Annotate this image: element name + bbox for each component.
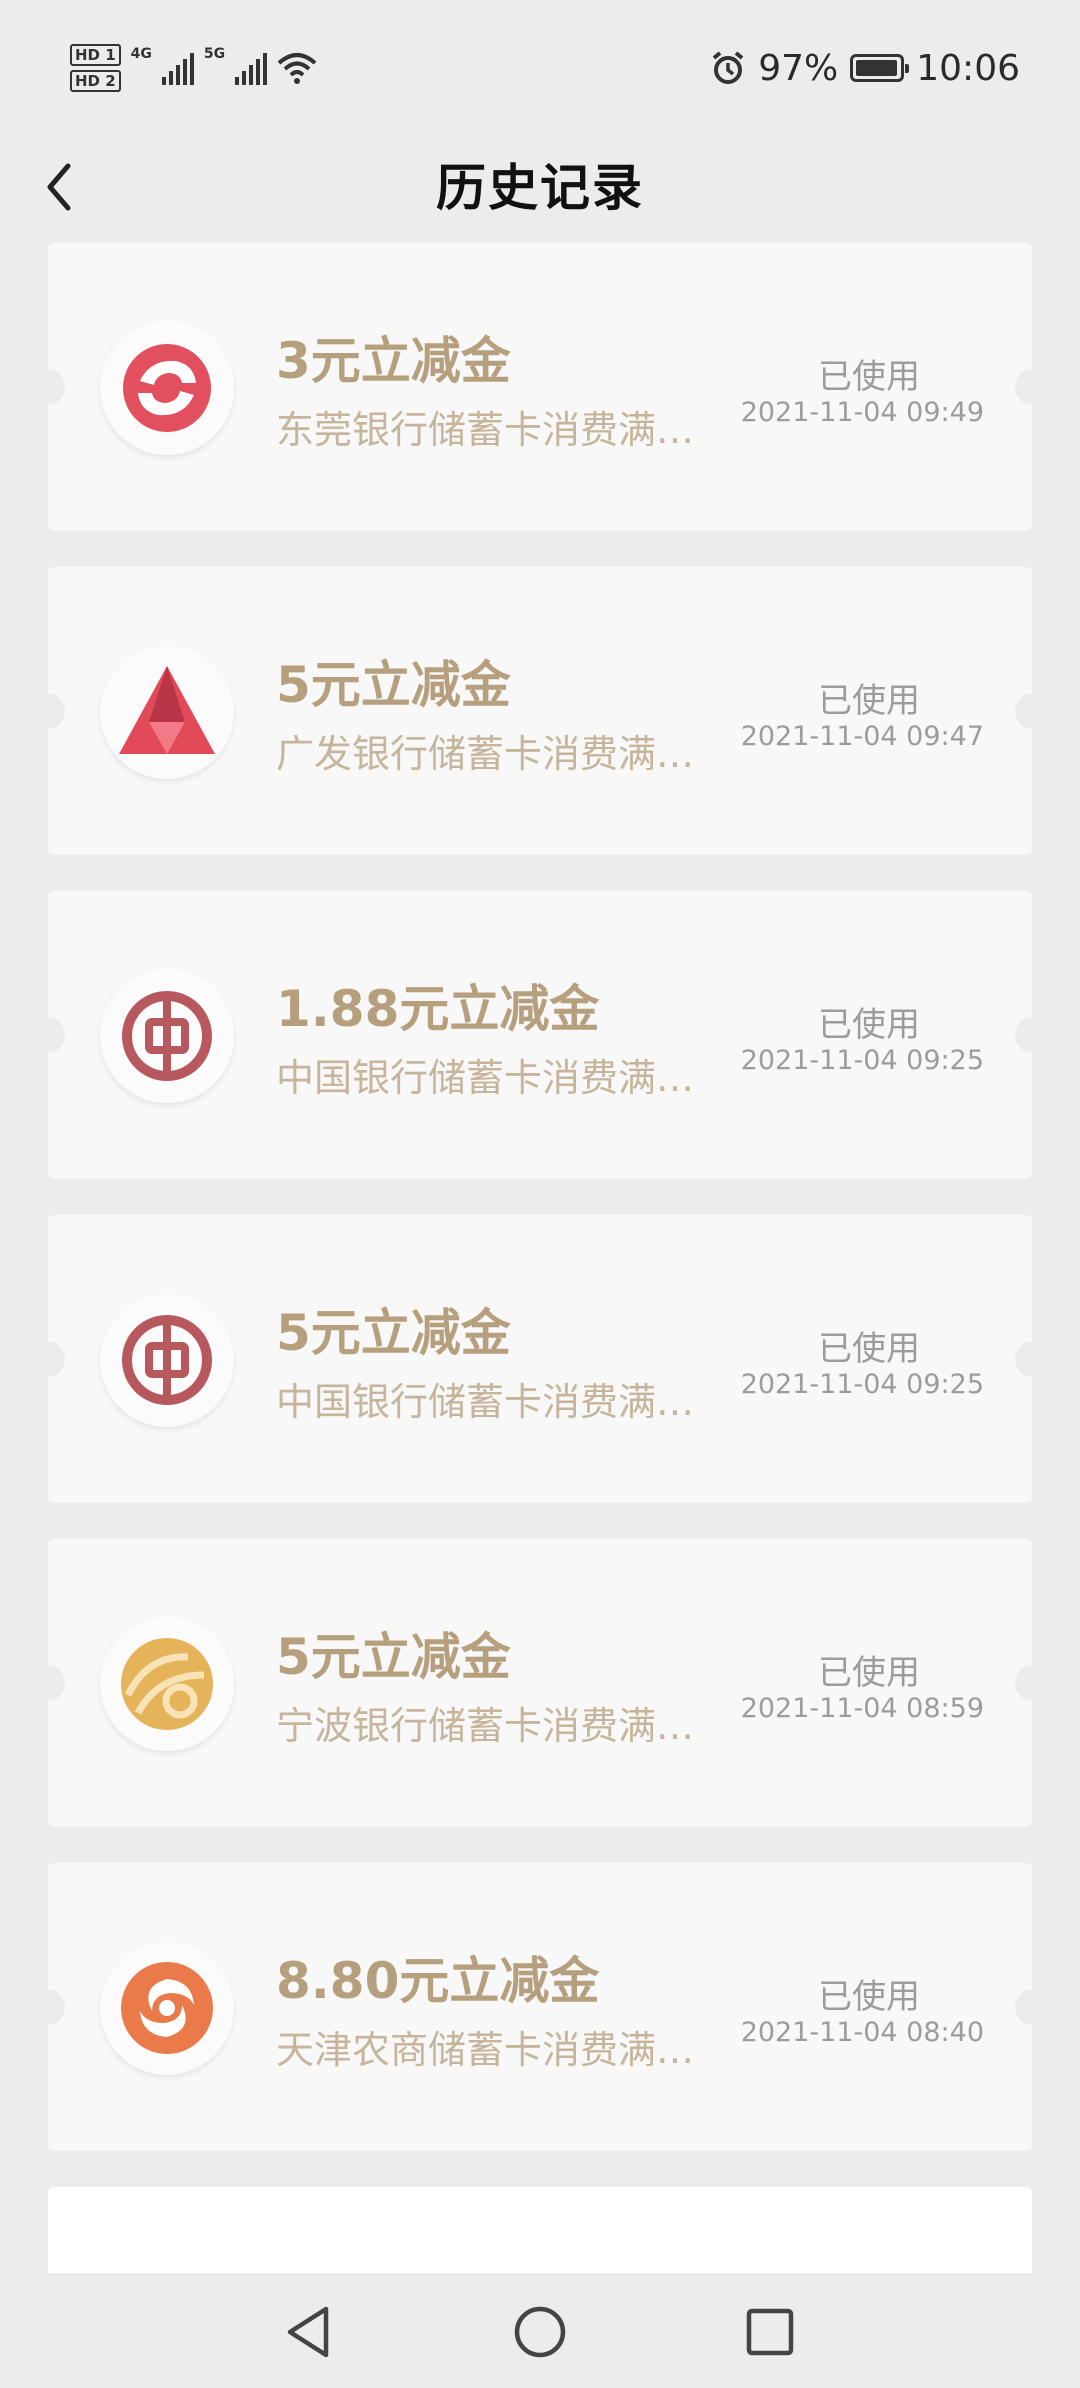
clock: 10:06 [916, 47, 1020, 89]
battery-icon [850, 54, 910, 82]
coupon-amount: 5元立减金 [276, 1304, 511, 1362]
coupon-card[interactable]: 5元立减金 广发银行储蓄卡消费满… 已使用 2021-11-04 09:47 [48, 567, 1032, 855]
status-bar: HD 1 HD 2 4G 5G 97% 10:06 [0, 0, 1080, 130]
coupon-amount: 5元立减金 [276, 1628, 511, 1686]
battery-fill [856, 60, 897, 76]
coupon-amount: 3元立减金 [276, 332, 511, 390]
coupon-description: 广发银行储蓄卡消费满… [276, 732, 695, 776]
coupon-time: 2021-11-04 08:59 [740, 1693, 984, 1724]
coupon-time: 2021-11-04 09:49 [740, 397, 984, 428]
signal-icon [161, 51, 194, 85]
coupon-status: 已使用 [818, 357, 920, 397]
coupon-status: 已使用 [818, 1329, 920, 1369]
alarm-icon [712, 51, 744, 84]
coupon-history-list[interactable]: 3元立减金 东莞银行储蓄卡消费满… 已使用 2021-11-04 09:49 5… [48, 243, 1032, 2273]
square-recents-icon[interactable] [735, 2297, 805, 2367]
coupon-amount: 8.80元立减金 [276, 1952, 600, 2010]
coupon-time: 2021-11-04 09:25 [740, 1369, 984, 1400]
coupon-description: 中国银行储蓄卡消费满… [276, 1056, 695, 1100]
coupon-description: 天津农商储蓄卡消费满… [276, 2028, 695, 2072]
coupon-amount: 5元立减金 [276, 656, 511, 714]
coupon-amount: 1.88元立减金 [276, 980, 600, 1038]
cgb-bank-logo-icon [100, 645, 234, 779]
circle-home-icon[interactable] [505, 2297, 575, 2367]
status-right: 97% 10:06 [710, 38, 1020, 98]
hd1-label: HD 1 [70, 44, 121, 66]
coupon-description: 东莞银行储蓄卡消费满… [276, 408, 695, 452]
wifi-icon [277, 53, 317, 84]
hd-indicator: HD 1 HD 2 [70, 44, 121, 92]
coupon-card-partial[interactable] [48, 2187, 1032, 2273]
coupon-status: 已使用 [818, 1005, 920, 1045]
coupon-status: 已使用 [818, 1977, 920, 2017]
boc-bank-logo-icon [100, 969, 234, 1103]
coupon-time: 2021-11-04 09:25 [740, 1045, 984, 1076]
signal-icon [235, 51, 268, 85]
network-5g-label: 5G [203, 46, 226, 62]
coupon-description: 宁波银行储蓄卡消费满… [276, 1704, 695, 1748]
coupon-time: 2021-11-04 08:40 [740, 2017, 984, 2048]
coupon-card[interactable]: 5元立减金 中国银行储蓄卡消费满… 已使用 2021-11-04 09:25 [48, 1215, 1032, 1503]
system-nav-bar [0, 2275, 1080, 2388]
triangle-back-icon[interactable] [274, 2297, 344, 2367]
tianjin-rural-bank-logo-icon [100, 1941, 234, 2075]
status-left: HD 1 HD 2 4G 5G [70, 38, 317, 98]
coupon-card[interactable]: 1.88元立减金 中国银行储蓄卡消费满… 已使用 2021-11-04 09:2… [48, 891, 1032, 1179]
coupon-card[interactable]: 3元立减金 东莞银行储蓄卡消费满… 已使用 2021-11-04 09:49 [48, 243, 1032, 531]
app-header: 历史记录 [0, 130, 1080, 240]
coupon-status: 已使用 [818, 681, 920, 721]
boc-bank-logo-icon [100, 1293, 234, 1427]
dongguan-bank-logo-icon [100, 321, 234, 455]
network-4g-label: 4G [130, 46, 152, 62]
coupon-card[interactable]: 8.80元立减金 天津农商储蓄卡消费满… 已使用 2021-11-04 08:4… [48, 1863, 1032, 2151]
coupon-description: 中国银行储蓄卡消费满… [276, 1380, 695, 1424]
coupon-status: 已使用 [818, 1653, 920, 1693]
coupon-time: 2021-11-04 09:47 [740, 721, 984, 752]
hd2-label: HD 2 [70, 70, 121, 92]
page-title: 历史记录 [436, 159, 644, 217]
battery-percent: 97% [758, 47, 839, 89]
ningbo-bank-logo-icon [100, 1617, 234, 1751]
coupon-card[interactable]: 5元立减金 宁波银行储蓄卡消费满… 已使用 2021-11-04 08:59 [48, 1539, 1032, 1827]
